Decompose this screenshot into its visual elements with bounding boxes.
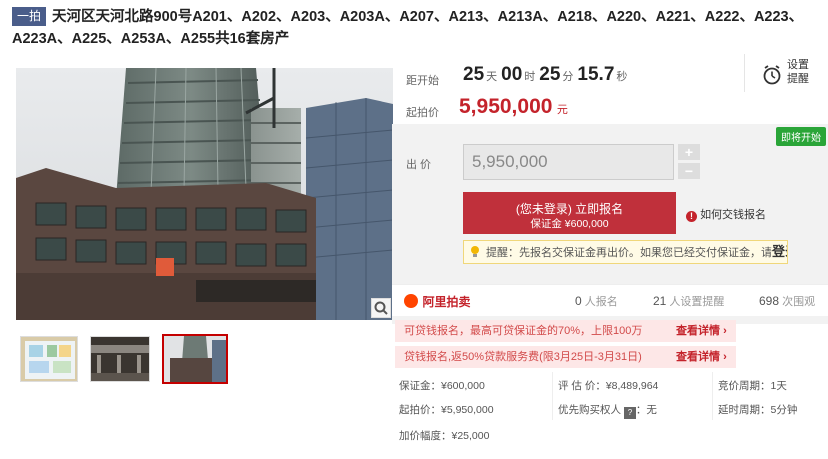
- hours-unit: 时: [524, 71, 536, 83]
- set-reminder-button[interactable]: 设置 提醒: [744, 54, 828, 92]
- chevron-right-icon: ›: [723, 325, 727, 337]
- deposit-label: 保证金 ¥600,000: [530, 217, 609, 230]
- main-photo[interactable]: [16, 68, 393, 320]
- login-link[interactable]: 登录: [772, 244, 787, 259]
- photo-thumbnails: [20, 334, 228, 384]
- info-start-price: 起拍价：¥5,950,000: [399, 404, 494, 416]
- stat-signups-label: 人报名: [584, 296, 618, 308]
- start-price-value: 5,950,000: [459, 95, 553, 118]
- info-delay-cycle: 延时周期：5分钟: [718, 404, 798, 416]
- countdown-section: 距开始 25 天 00 时 25 分 15.7 秒 起拍价 5,950,000 元 设置 提醒: [392, 52, 828, 126]
- info-increment: 加价幅度：¥25,000: [399, 430, 490, 442]
- stat-views-count: 698: [759, 294, 780, 308]
- register-bid-button[interactable]: (您未登录) 立即报名 保证金 ¥600,000: [463, 192, 676, 234]
- countdown-hours: 00: [501, 64, 523, 85]
- seconds-unit: 秒: [616, 71, 628, 83]
- thumbnail-floorplan[interactable]: [20, 336, 78, 382]
- priority-label: 优先购买权人: [558, 404, 621, 416]
- info-icon: !: [686, 211, 697, 222]
- login-notice: 提醒：先报名交保证金再出价。如果您已经交付保证金，请登录: [463, 240, 788, 264]
- brand-name: 阿里拍卖: [422, 295, 471, 309]
- alarm-clock-icon: [763, 65, 781, 85]
- loan-promo-link-label: 查看详情: [676, 325, 720, 337]
- building-thumb-image: [164, 336, 226, 382]
- auction-panel: 距开始 25 天 00 时 25 分 15.7 秒 起拍价 5,950,000 元 设置 提醒…: [392, 52, 828, 457]
- loan-promo-text: 可贷钱报名，最高可贷保证金的70%，上限100万: [404, 325, 643, 337]
- reminder-label-2: 提醒: [787, 73, 809, 85]
- divider: [552, 372, 553, 420]
- zoom-button[interactable]: [371, 298, 391, 318]
- ali-auction-logo: 阿里拍卖: [404, 293, 470, 311]
- thumbnail-interior[interactable]: [90, 336, 150, 382]
- stat-signups: 0 人报名: [575, 293, 618, 309]
- start-price: 5,950,000 元: [459, 95, 568, 119]
- info-priority-buyer: 优先购买权人 ? ：无: [558, 402, 657, 419]
- countdown-label: 距开始: [406, 75, 439, 87]
- start-price-unit: 元: [556, 104, 568, 116]
- cashback-promo-banner[interactable]: 贷钱报名,返50%贷款服务费(限3月25日-3月31日) 查看详情 ›: [395, 346, 736, 368]
- item-title: 一拍 天河区天河北路900号A201、A202、A203、A203A、A207、A…: [12, 6, 822, 50]
- increase-bid-button[interactable]: +: [678, 144, 700, 160]
- info-appraisal: 评 估 价：¥8,489,964: [558, 380, 659, 392]
- countdown-seconds: 15.7: [577, 64, 615, 85]
- how-to-pay-link[interactable]: ! 如何交钱报名: [686, 206, 766, 222]
- stat-reminders-count: 21: [653, 294, 667, 308]
- divider: [712, 372, 713, 420]
- magnifier-icon: [374, 301, 388, 315]
- chevron-right-icon: ›: [723, 351, 727, 363]
- stat-signups-count: 0: [575, 294, 582, 308]
- thumbnail-building[interactable]: [162, 334, 228, 384]
- stats-row: 阿里拍卖 0 人报名 21 人设置提醒 698 次围观: [392, 284, 828, 316]
- notice-text: 提醒：先报名交保证金再出价。如果您已经交付保证金，请: [486, 247, 772, 259]
- floorplan-image: [21, 337, 77, 381]
- reminder-label-1: 设置: [787, 59, 809, 71]
- how-to-pay-label: 如何交钱报名: [700, 209, 767, 221]
- ali-logo-icon: [404, 294, 418, 308]
- info-bid-cycle: 竞价周期：1天: [718, 380, 787, 392]
- interior-image: [91, 337, 149, 381]
- info-deposit: 保证金：¥600,000: [399, 380, 485, 392]
- loan-promo-banner[interactable]: 可贷钱报名，最高可贷保证金的70%，上限100万 查看详情 ›: [395, 320, 736, 342]
- auction-round-tag: 一拍: [12, 7, 47, 26]
- countdown-timer: 25 天 00 时 25 分 15.7 秒: [463, 64, 631, 86]
- stat-views: 698 次围观: [759, 293, 815, 309]
- decrease-bid-button[interactable]: −: [678, 163, 700, 179]
- start-price-label: 起拍价: [406, 107, 439, 119]
- bid-label: 出 价: [406, 159, 432, 171]
- status-badge: 即将开始: [776, 127, 826, 146]
- loan-promo-details-link[interactable]: 查看详情 ›: [676, 320, 727, 342]
- cashback-promo-details-link[interactable]: 查看详情 ›: [676, 346, 727, 368]
- lightbulb-icon: [469, 245, 481, 263]
- priority-value: ：无: [635, 404, 657, 416]
- stat-reminders-label: 人设置提醒: [669, 296, 725, 308]
- countdown-minutes: 25: [539, 64, 561, 85]
- item-title-text: 天河区天河北路900号A201、A202、A203、A203A、A207、A21…: [12, 9, 804, 47]
- countdown-days: 25: [463, 64, 485, 85]
- building-photo: [16, 68, 393, 320]
- help-icon[interactable]: ?: [623, 407, 636, 419]
- minutes-unit: 分: [562, 71, 574, 83]
- days-unit: 天: [486, 71, 498, 83]
- bid-price-input[interactable]: [463, 144, 674, 180]
- stat-views-label: 次围观: [782, 296, 816, 308]
- stat-reminders: 21 人设置提醒: [653, 293, 724, 309]
- cashback-promo-link-label: 查看详情: [676, 351, 720, 363]
- cashback-promo-text: 贷钱报名,返50%贷款服务费(限3月25日-3月31日): [404, 351, 642, 363]
- register-button-label: (您未登录) 立即报名: [515, 201, 624, 216]
